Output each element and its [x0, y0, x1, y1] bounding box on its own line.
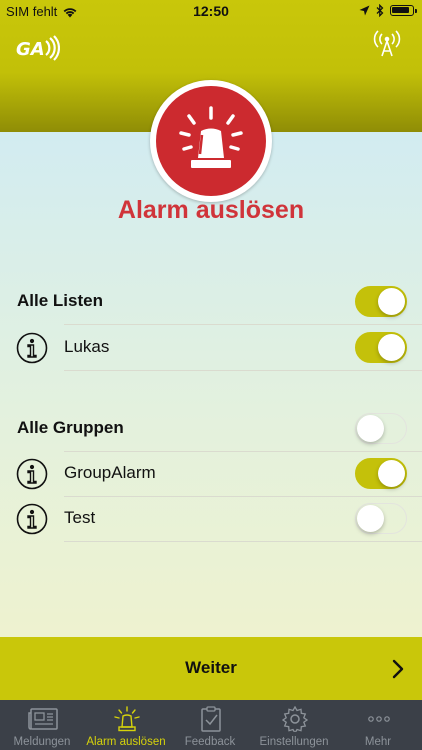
all-groups-row: Alle Gruppen: [0, 406, 422, 451]
tab-label: Mehr: [364, 736, 392, 748]
group-item-toggle[interactable]: [355, 458, 407, 489]
divider: [64, 370, 422, 371]
location-arrow-icon: [359, 5, 370, 16]
siren-icon: [179, 106, 243, 168]
all-lists-label: Alle Listen: [17, 291, 103, 310]
newspaper-icon: [28, 708, 58, 730]
group-item-test: Test: [0, 496, 422, 541]
battery-icon: [390, 5, 417, 16]
tab-meldungen[interactable]: Meldungen: [0, 700, 84, 750]
all-groups-toggle[interactable]: [355, 413, 407, 444]
info-icon[interactable]: [16, 503, 48, 535]
tab-mehr[interactable]: Mehr: [336, 700, 420, 750]
bluetooth-icon: [376, 4, 384, 17]
tab-feedback[interactable]: Feedback: [168, 700, 252, 750]
list-item-toggle[interactable]: [355, 332, 407, 363]
clipboard-check-icon: [201, 706, 221, 732]
all-lists-row: Alle Listen: [0, 279, 422, 324]
all-lists-toggle[interactable]: [355, 286, 407, 317]
gear-icon: [281, 706, 309, 732]
group-item-groupalarm: GroupAlarm: [0, 451, 422, 496]
status-bar: SIM fehlt 12:50: [0, 0, 422, 22]
tab-bar: Meldungen Alarm auslösen Feedback Einste…: [0, 700, 422, 750]
divider: [64, 541, 422, 542]
list-item-lukas: Lukas: [0, 325, 422, 370]
weiter-label: Weiter: [185, 658, 237, 677]
svg-text:GA: GA: [16, 39, 45, 60]
list-item-label: Lukas: [64, 337, 110, 356]
group-item-toggle[interactable]: [355, 503, 407, 534]
antenna-icon[interactable]: [372, 28, 402, 58]
main-content: Alarm auslösen Alle Listen Lukas Alle Gr…: [0, 80, 422, 637]
info-icon[interactable]: [16, 332, 48, 364]
alarm-button[interactable]: [150, 80, 272, 202]
page-title: Alarm auslösen: [117, 196, 305, 224]
info-icon[interactable]: [16, 458, 48, 490]
weiter-button[interactable]: Weiter: [0, 637, 422, 700]
app-logo: GA: [16, 35, 60, 61]
all-groups-label: Alle Gruppen: [17, 418, 124, 437]
group-item-label: Test: [64, 508, 96, 527]
tab-einstellungen[interactable]: Einstellungen: [252, 700, 336, 750]
group-item-label: GroupAlarm: [64, 463, 156, 482]
tab-alarm-ausloesen[interactable]: Alarm auslösen: [84, 700, 168, 750]
chevron-right-icon: [392, 659, 404, 679]
siren-icon: [114, 706, 140, 732]
more-dots-icon: [368, 716, 390, 722]
